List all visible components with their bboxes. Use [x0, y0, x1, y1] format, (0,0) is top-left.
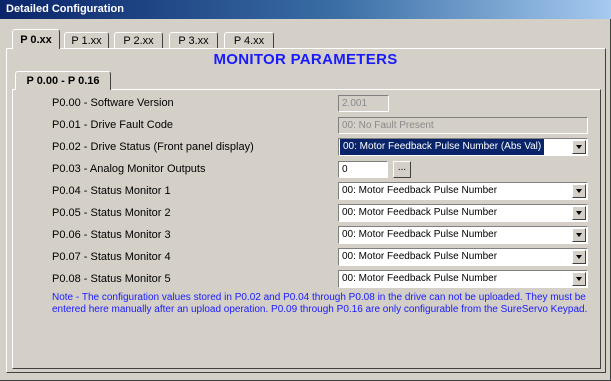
tab-p2[interactable]: P 2.xx [114, 32, 163, 48]
param-label-p000: P0.00 - Software Version [52, 97, 174, 109]
chevron-down-icon[interactable] [572, 184, 586, 198]
param-label-p001: P0.01 - Drive Fault Code [52, 119, 174, 131]
configuration-note: Note - The configuration values stored i… [52, 292, 588, 315]
tab-p000-p016[interactable]: P 0.00 - P 0.16 [15, 71, 111, 90]
chevron-down-icon[interactable] [572, 206, 586, 220]
drive-status-select[interactable]: 00: Motor Feedback Pulse Number (Abs Val… [338, 138, 588, 156]
status-monitor-4-select[interactable]: 00: Motor Feedback Pulse Number [338, 248, 588, 266]
status-monitor-1-value: 00: Motor Feedback Pulse Number [342, 185, 498, 196]
status-monitor-5-value: 00: Motor Feedback Pulse Number [342, 273, 498, 284]
analog-monitor-outputs-input[interactable]: 0 [338, 161, 388, 178]
drive-fault-code-field: 00: No Fault Present [338, 117, 588, 134]
chevron-down-icon[interactable] [572, 140, 586, 154]
software-version-field: 2.001 [338, 95, 389, 112]
tab-p1[interactable]: P 1.xx [64, 32, 109, 48]
chevron-down-icon[interactable] [572, 228, 586, 242]
param-label-p003: P0.03 - Analog Monitor Outputs [52, 163, 206, 175]
status-monitor-4-value: 00: Motor Feedback Pulse Number [342, 251, 498, 262]
status-monitor-5-select[interactable]: 00: Motor Feedback Pulse Number [338, 270, 588, 288]
param-label-p008: P0.08 - Status Monitor 5 [52, 273, 171, 285]
tab-p3[interactable]: P 3.xx [169, 32, 218, 48]
param-label-p002: P0.02 - Drive Status (Front panel displa… [52, 141, 254, 153]
chevron-down-icon[interactable] [572, 272, 586, 286]
status-monitor-3-value: 00: Motor Feedback Pulse Number [342, 229, 498, 240]
section-title: MONITOR PARAMETERS [213, 51, 398, 68]
drive-status-value: 00: Motor Feedback Pulse Number (Abs Val… [340, 139, 545, 155]
chevron-down-icon[interactable] [572, 250, 586, 264]
status-monitor-3-select[interactable]: 00: Motor Feedback Pulse Number [338, 226, 588, 244]
analog-monitor-browse-button[interactable]: ... [393, 161, 411, 178]
status-monitor-2-select[interactable]: 00: Motor Feedback Pulse Number [338, 204, 588, 222]
detailed-configuration-window: Detailed Configuration P 0.xx P 1.xx P 2… [0, 0, 611, 381]
tab-p0[interactable]: P 0.xx [12, 29, 60, 49]
tab-p4[interactable]: P 4.xx [224, 32, 274, 48]
param-label-p005: P0.05 - Status Monitor 2 [52, 207, 171, 219]
window-title: Detailed Configuration [0, 0, 611, 19]
param-label-p007: P0.07 - Status Monitor 4 [52, 251, 171, 263]
param-label-p006: P0.06 - Status Monitor 3 [52, 229, 171, 241]
param-label-p004: P0.04 - Status Monitor 1 [52, 185, 171, 197]
status-monitor-1-select[interactable]: 00: Motor Feedback Pulse Number [338, 182, 588, 200]
status-monitor-2-value: 00: Motor Feedback Pulse Number [342, 207, 498, 218]
